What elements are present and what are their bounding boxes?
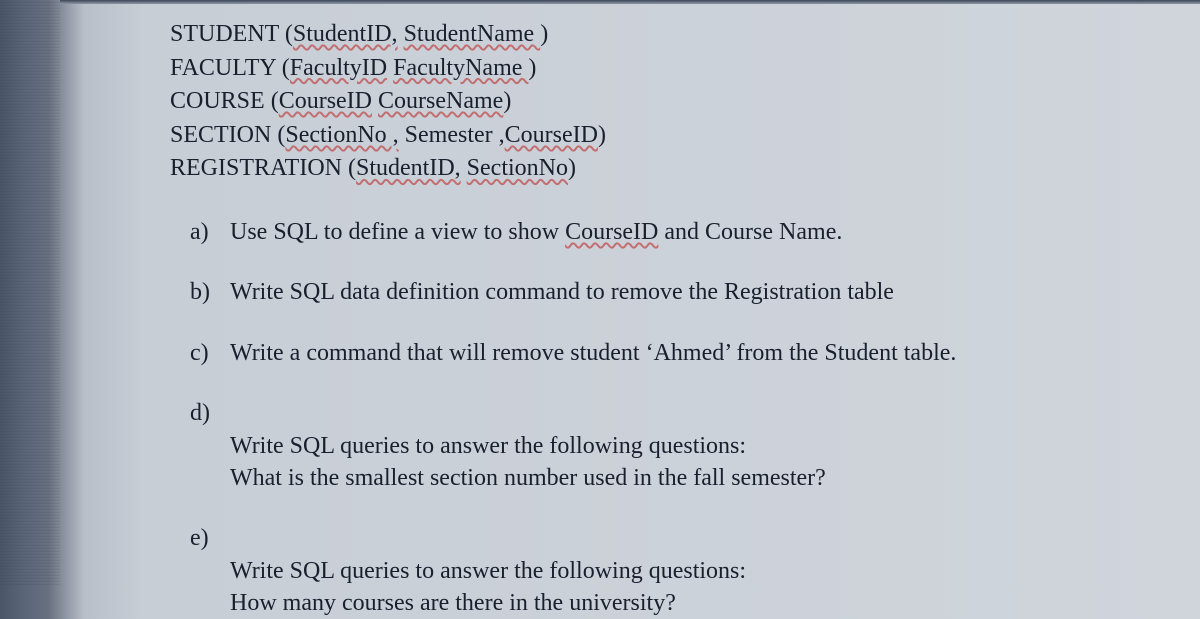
- schema-definitions: STUDENT (StudentID, StudentName ) FACULT…: [170, 18, 1170, 186]
- attr-underlined: CourseID: [505, 122, 598, 148]
- paren-close: ): [528, 55, 536, 81]
- paren-open: (: [271, 88, 279, 114]
- relation-name: STUDENT: [170, 21, 279, 47]
- relation-name: REGISTRATION: [170, 155, 342, 181]
- paren-open: (: [285, 21, 293, 47]
- paren-open: (: [282, 55, 290, 81]
- text-part: Use SQL to define a view to show: [230, 219, 565, 245]
- question-letter: e): [190, 522, 230, 619]
- attr-underlined: SectionNo ,: [285, 122, 398, 148]
- relation-name: FACULTY: [170, 55, 276, 81]
- schema-line-registration: REGISTRATION (StudentID, SectionNo): [170, 152, 1170, 186]
- schema-line-course: COURSE (CourseID CourseName): [170, 85, 1170, 119]
- relation-name: COURSE: [170, 88, 265, 114]
- document-content: STUDENT (StudentID, StudentName ) FACULT…: [80, 0, 1200, 585]
- paren-close: ): [598, 122, 606, 148]
- text-part-wavy: CourseID: [565, 219, 658, 245]
- page-edge-noise: [0, 0, 60, 585]
- question-letter: c): [190, 337, 230, 369]
- relation-name: SECTION: [170, 122, 271, 148]
- attr-underlined: CourseID: [279, 88, 372, 114]
- paren-close: ): [540, 21, 548, 47]
- attr-underlined: CourseName: [378, 88, 503, 114]
- question-text: Write SQL queries to answer the followin…: [230, 522, 1170, 619]
- question-a: a) Use SQL to define a view to show Cour…: [190, 216, 1170, 248]
- question-text: Use SQL to define a view to show CourseI…: [230, 216, 1170, 248]
- attr-underlined: StudentID,: [356, 155, 461, 181]
- text-part: and Course Name.: [658, 219, 842, 245]
- question-list: a) Use SQL to define a view to show Cour…: [190, 216, 1170, 619]
- question-text: Write a command that will remove student…: [230, 337, 1170, 369]
- attr-underlined: FacultyID: [290, 55, 387, 81]
- question-letter: b): [190, 276, 230, 308]
- question-text: Write SQL data definition command to rem…: [230, 276, 1170, 308]
- schema-line-faculty: FACULTY (FacultyID FacultyName ): [170, 52, 1170, 86]
- attr-plain: Semester ,: [399, 122, 505, 148]
- attr-underlined: StudentName: [404, 21, 541, 47]
- text-part: Write a command that will remove student…: [230, 340, 956, 366]
- attr-underlined: SectionNo: [467, 155, 568, 181]
- question-text: Write SQL queries to answer the followin…: [230, 397, 1170, 494]
- text-part: Write SQL queries to answer the followin…: [230, 558, 746, 616]
- text-part: Write SQL queries to answer the followin…: [230, 433, 826, 491]
- question-letter: d): [190, 397, 230, 494]
- question-b: b) Write SQL data definition command to …: [190, 276, 1170, 308]
- question-letter: a): [190, 216, 230, 248]
- text-part: Write SQL data definition command to rem…: [230, 279, 894, 305]
- paren-close: ): [503, 88, 511, 114]
- question-c: c) Write a command that will remove stud…: [190, 337, 1170, 369]
- attr-underlined: StudentID,: [293, 21, 398, 47]
- paren-open: (: [348, 155, 356, 181]
- schema-line-section: SECTION (SectionNo , Semester ,CourseID): [170, 119, 1170, 153]
- attr-underlined: FacultyName: [393, 55, 528, 81]
- schema-line-student: STUDENT (StudentID, StudentName ): [170, 18, 1170, 52]
- question-e: e) Write SQL queries to answer the follo…: [190, 522, 1170, 619]
- paren-close: ): [568, 155, 576, 181]
- question-d: d) Write SQL queries to answer the follo…: [190, 397, 1170, 494]
